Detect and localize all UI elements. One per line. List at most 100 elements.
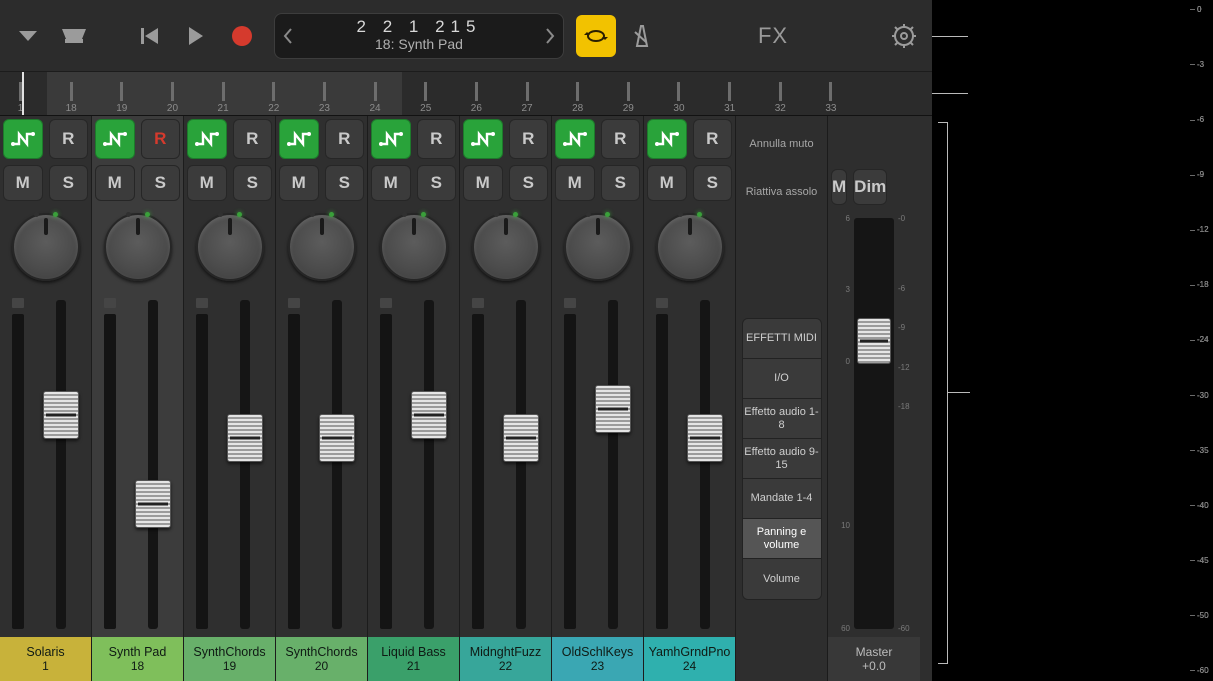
pan-knob[interactable] xyxy=(104,213,172,281)
fader-handle[interactable] xyxy=(319,414,355,462)
ruler-tick: 18 xyxy=(70,82,73,115)
mute-button[interactable]: M xyxy=(95,165,135,201)
fader-track[interactable] xyxy=(148,300,158,629)
pan-knob[interactable] xyxy=(656,213,724,281)
channel-label[interactable]: Liquid Bass21 xyxy=(368,637,459,681)
record-enable-button[interactable]: R xyxy=(325,119,365,159)
view-option-button[interactable]: I/O xyxy=(743,359,821,399)
mute-button[interactable]: M xyxy=(187,165,227,201)
channel-label[interactable]: YamhGrndPno24 xyxy=(644,637,735,681)
channel-label[interactable]: MidnghtFuzz22 xyxy=(460,637,551,681)
mute-button[interactable]: M xyxy=(647,165,687,201)
fader-track[interactable] xyxy=(516,300,526,629)
settings-gear-icon[interactable] xyxy=(884,16,924,56)
inbox-icon[interactable] xyxy=(54,16,94,56)
view-option-button[interactable]: Mandate 1-4 xyxy=(743,479,821,519)
input-monitor-button[interactable] xyxy=(3,119,43,159)
record-enable-button[interactable]: R xyxy=(141,119,181,159)
pan-knob[interactable] xyxy=(196,213,264,281)
fader-track[interactable] xyxy=(332,300,342,629)
input-monitor-button[interactable] xyxy=(647,119,687,159)
fader-track[interactable] xyxy=(424,300,434,629)
channel-label[interactable]: Synth Pad18 xyxy=(92,637,183,681)
cycle-button[interactable] xyxy=(576,15,616,57)
next-track-button[interactable] xyxy=(537,13,563,59)
channel-label[interactable]: SynthChords19 xyxy=(184,637,275,681)
record-enable-button[interactable]: R xyxy=(601,119,641,159)
input-monitor-button[interactable] xyxy=(187,119,227,159)
master-dim-button[interactable]: Dim xyxy=(853,169,887,205)
solo-button[interactable]: S xyxy=(141,165,181,201)
fader-track[interactable] xyxy=(56,300,66,629)
input-monitor-button[interactable] xyxy=(279,119,319,159)
fader-handle[interactable] xyxy=(687,414,723,462)
input-monitor-button[interactable] xyxy=(95,119,135,159)
fader-handle[interactable] xyxy=(411,391,447,439)
fader-handle[interactable] xyxy=(135,480,171,528)
solo-button[interactable]: S xyxy=(693,165,733,201)
fader-handle[interactable] xyxy=(227,414,263,462)
ruler[interactable]: 118192021222324252627282930313233 xyxy=(0,72,932,116)
undo-mute-button[interactable]: Annulla muto xyxy=(742,122,822,166)
level-meter xyxy=(104,314,116,629)
mute-button[interactable]: M xyxy=(371,165,411,201)
view-option-button[interactable]: Effetto audio 1-8 xyxy=(743,399,821,439)
input-monitor-button[interactable] xyxy=(463,119,503,159)
master-fader-handle[interactable] xyxy=(857,318,891,364)
master-value: +0.0 xyxy=(862,659,886,673)
solo-button[interactable]: S xyxy=(417,165,457,201)
view-option-button[interactable]: Effetto audio 9-15 xyxy=(743,439,821,479)
solo-button[interactable]: S xyxy=(509,165,549,201)
mute-button[interactable]: M xyxy=(3,165,43,201)
input-monitor-button[interactable] xyxy=(371,119,411,159)
reenable-solo-button[interactable]: Riattiva assolo xyxy=(742,170,822,214)
fx-label[interactable]: FX xyxy=(758,23,788,49)
fader-track[interactable] xyxy=(608,300,618,629)
record-enable-button[interactable]: R xyxy=(417,119,457,159)
prev-track-button[interactable] xyxy=(275,13,301,59)
pan-knob[interactable] xyxy=(380,213,448,281)
go-to-start-button[interactable] xyxy=(130,16,170,56)
fader-handle[interactable] xyxy=(503,414,539,462)
fader-handle[interactable] xyxy=(43,391,79,439)
pan-knob[interactable] xyxy=(472,213,540,281)
level-meter xyxy=(380,314,392,629)
record-enable-button[interactable]: R xyxy=(233,119,273,159)
record-enable-button[interactable]: R xyxy=(693,119,733,159)
master-fader-track[interactable] xyxy=(854,218,894,629)
fader-track[interactable] xyxy=(700,300,710,629)
view-option-button[interactable]: EFFETTI MIDI xyxy=(743,319,821,359)
ruler-tick: 27 xyxy=(526,82,529,115)
ruler-tick: 23 xyxy=(323,82,326,115)
solo-button[interactable]: S xyxy=(233,165,273,201)
solo-button[interactable]: S xyxy=(601,165,641,201)
solo-button[interactable]: S xyxy=(325,165,365,201)
pan-knob[interactable] xyxy=(564,213,632,281)
fader-track[interactable] xyxy=(240,300,250,629)
master-channel: M Dim 6301060 -0-6-9-12-18-60 Master +0.… xyxy=(828,116,920,681)
input-monitor-button[interactable] xyxy=(555,119,595,159)
record-enable-button[interactable]: R xyxy=(49,119,89,159)
channel-label[interactable]: OldSchlKeys23 xyxy=(552,637,643,681)
mute-button[interactable]: M xyxy=(279,165,319,201)
view-option-button[interactable]: Volume xyxy=(743,559,821,599)
channel-strip: RMS0-3-6-9-12-18-24-30-35-40-45-50-60Syn… xyxy=(184,116,276,681)
mute-button[interactable]: M xyxy=(555,165,595,201)
view-menu-button[interactable] xyxy=(8,16,48,56)
ruler-tick: 32 xyxy=(779,82,782,115)
master-mute-button[interactable]: M xyxy=(831,169,847,205)
metronome-button[interactable] xyxy=(622,16,662,56)
pan-knob[interactable] xyxy=(12,213,80,281)
playhead[interactable] xyxy=(22,72,24,115)
fader-handle[interactable] xyxy=(595,385,631,433)
solo-button[interactable]: S xyxy=(49,165,89,201)
channel-label[interactable]: SynthChords20 xyxy=(276,637,367,681)
record-enable-button[interactable]: R xyxy=(509,119,549,159)
level-meter xyxy=(564,314,576,629)
channel-label[interactable]: Solaris1 xyxy=(0,637,91,681)
record-button[interactable] xyxy=(222,16,262,56)
play-button[interactable] xyxy=(176,16,216,56)
view-option-button[interactable]: Panning e volume xyxy=(743,519,821,559)
mute-button[interactable]: M xyxy=(463,165,503,201)
pan-knob[interactable] xyxy=(288,213,356,281)
